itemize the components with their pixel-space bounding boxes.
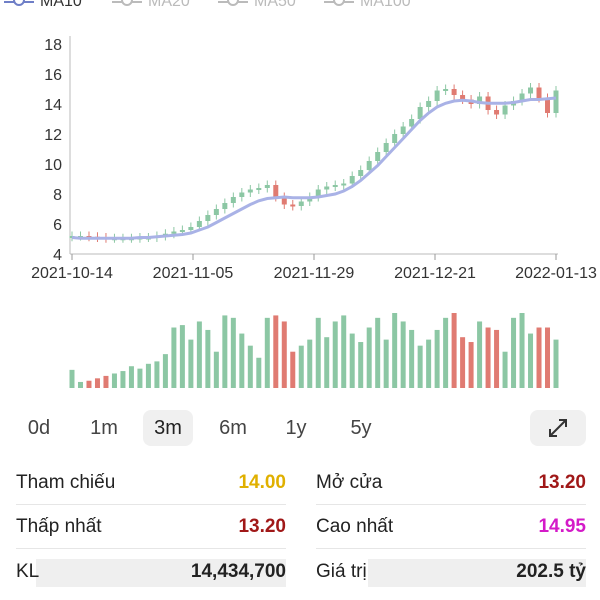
volume-bar [494,329,500,388]
volume-bar [332,321,338,388]
volume-bar [103,375,109,388]
range-3m-button[interactable]: 3m [143,410,193,446]
volume-bar [341,315,347,388]
volume-bar [111,373,117,388]
volume-bar [298,345,304,388]
volume-chart [69,313,559,388]
range-selector: 0d 1m 3m 6m 1y 5y [0,410,600,450]
volume-bar [213,351,219,388]
volume-bar [120,371,126,388]
volume-bar [443,317,449,388]
volume-bar [519,313,525,388]
divider [316,504,586,505]
volume-bar [502,351,508,388]
volume-bar [179,325,185,388]
range-5y-button[interactable]: 5y [335,410,387,446]
stat-volume: KL 14,434,700 [16,555,286,589]
volume-bar [290,351,296,388]
stat-value: 202.5 tỷ [516,561,586,582]
volume-bar [409,329,415,388]
stat-label: Thấp nhất [16,516,102,537]
volume-bar [324,337,330,388]
volume-bar [528,333,534,388]
volume-bar [205,329,211,388]
expand-button[interactable] [530,410,586,446]
volume-bar [358,342,364,388]
volume-bar [256,357,262,388]
volume-bar [86,380,92,388]
stat-trade-value: Giá trị 202.5 tỷ [316,555,586,589]
stat-label: KL [16,561,40,582]
volume-bar [434,329,440,388]
range-6m-button[interactable]: 6m [207,410,259,446]
volume-bars [69,313,559,388]
volume-bar [94,378,100,388]
volume-bar [222,315,228,388]
stat-value: 13.20 [538,472,586,493]
volume-bar [273,315,279,388]
range-1m-button[interactable]: 1m [78,410,130,446]
volume-bar [511,317,517,388]
stat-label: Cao nhất [316,516,394,537]
range-0d-button[interactable]: 0d [14,410,64,446]
stat-label: Tham chiếu [16,472,116,493]
volume-bar [536,327,542,388]
volume-bar [281,321,287,388]
volume-bar [426,339,432,388]
volume-bar [137,368,143,388]
stat-label: Mở cửa [316,472,383,493]
volume-bar [196,321,202,388]
volume-bar [264,317,270,388]
volume-bar [366,327,372,388]
volume-bar [315,317,321,388]
volume-bar [69,369,75,388]
stat-value: 13.20 [238,516,286,537]
volume-bar [239,333,245,388]
volume-bar [417,345,423,388]
divider [316,548,586,549]
stat-label: Giá trị [316,561,367,582]
stat-open: Mở cửa 13.20 [316,466,586,500]
volume-bar [375,317,381,388]
volume-bar [545,327,551,388]
divider [16,504,286,505]
stat-reference: Tham chiếu 14.00 [16,466,286,500]
volume-bar [468,342,474,388]
volume-bar [400,321,406,388]
volume-bar [307,339,313,388]
volume-bar [451,313,457,388]
stat-low: Thấp nhất 13.20 [16,510,286,544]
volume-bar [154,361,160,388]
volume-bar [230,317,236,388]
volume-bar [485,327,491,388]
volume-bar [171,327,177,388]
stat-value: 14.95 [538,516,586,537]
volume-bar [383,339,389,388]
volume-bar [553,339,559,388]
volume-bar [188,339,194,388]
volume-bar [247,345,253,388]
volume-bar [77,381,83,388]
stat-value: 14,434,700 [190,561,286,582]
volume-bar [460,337,466,388]
volume-bar [162,354,168,388]
range-1y-button[interactable]: 1y [271,410,321,446]
stat-high: Cao nhất 14.95 [316,510,586,544]
expand-icon [549,419,567,437]
volume-bar [477,321,483,388]
volume-bar [349,333,355,388]
volume-bar [145,363,151,388]
volume-bar [128,366,134,388]
volume-bar [392,313,398,388]
divider [16,548,286,549]
stat-value: 14.00 [238,472,286,493]
